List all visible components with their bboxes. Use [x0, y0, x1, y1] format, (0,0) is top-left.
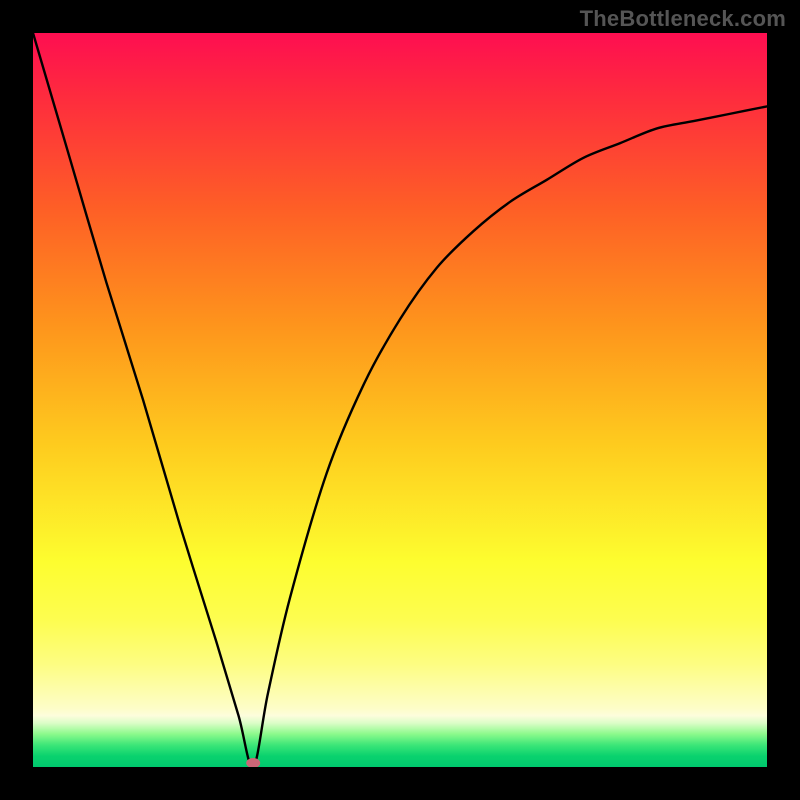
chart-svg — [33, 33, 767, 767]
plot-area — [33, 33, 767, 767]
chart-frame: TheBottleneck.com — [0, 0, 800, 800]
watermark-text: TheBottleneck.com — [580, 6, 786, 32]
